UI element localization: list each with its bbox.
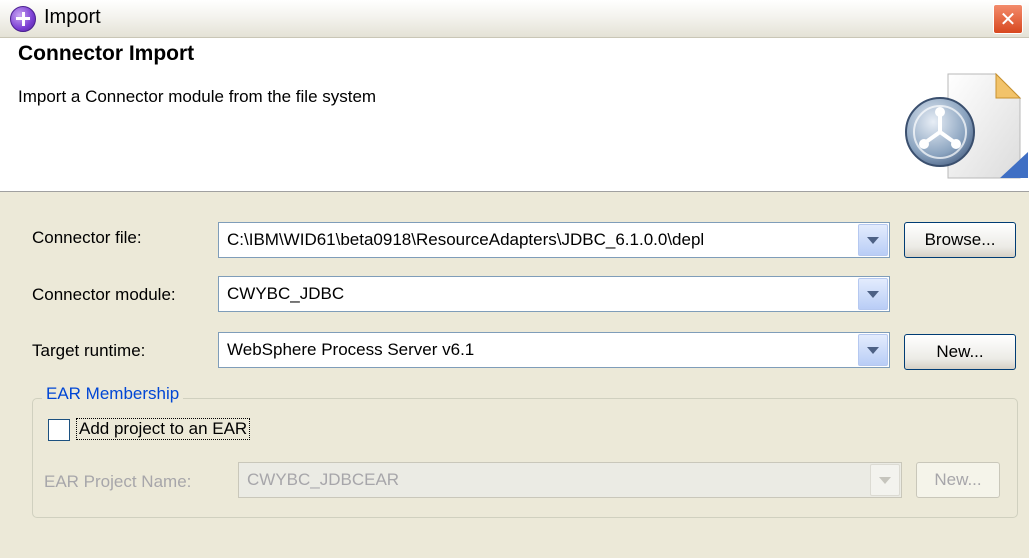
target-runtime-label: Target runtime: (32, 341, 146, 360)
window-title: Import (44, 6, 101, 28)
ear-project-name-combo[interactable]: CWYBC_JDBCEAR (238, 462, 902, 498)
chevron-down-icon[interactable] (858, 334, 888, 366)
add-to-ear-checkbox[interactable] (48, 419, 70, 441)
ear-project-name-value: CWYBC_JDBCEAR (247, 470, 400, 489)
browse-button[interactable]: Browse... (904, 222, 1016, 258)
new-ear-button[interactable]: New... (916, 462, 1000, 498)
banner-title: Connector Import (18, 42, 195, 65)
chevron-down-icon[interactable] (870, 464, 900, 496)
ear-membership-group (32, 398, 1018, 518)
banner-description: Import a Connector module from the file … (18, 87, 377, 106)
ear-project-name-label: EAR Project Name: (44, 472, 192, 491)
connector-file-label: Connector file: (32, 228, 142, 247)
title-bar[interactable]: Import ✕ (0, 0, 1029, 38)
new-runtime-button[interactable]: New... (904, 334, 1016, 370)
target-runtime-value: WebSphere Process Server v6.1 (227, 340, 475, 359)
import-app-icon (10, 6, 36, 32)
add-to-ear-label[interactable]: Add project to an EAR (76, 418, 251, 440)
connector-wizard-icon (905, 72, 1028, 179)
connector-module-label: Connector module: (32, 285, 176, 304)
ear-membership-legend: EAR Membership (42, 384, 184, 404)
connector-module-combo[interactable]: CWYBC_JDBC (218, 276, 890, 312)
chevron-down-icon[interactable] (858, 278, 888, 310)
connector-file-combo[interactable]: C:\IBM\WID61\beta0918\ResourceAdapters\J… (218, 222, 890, 258)
connector-module-value: CWYBC_JDBC (227, 284, 345, 303)
connector-file-value: C:\IBM\WID61\beta0918\ResourceAdapters\J… (227, 230, 705, 249)
close-button[interactable]: ✕ (993, 4, 1023, 34)
chevron-down-icon[interactable] (858, 224, 888, 256)
target-runtime-combo[interactable]: WebSphere Process Server v6.1 (218, 332, 890, 368)
